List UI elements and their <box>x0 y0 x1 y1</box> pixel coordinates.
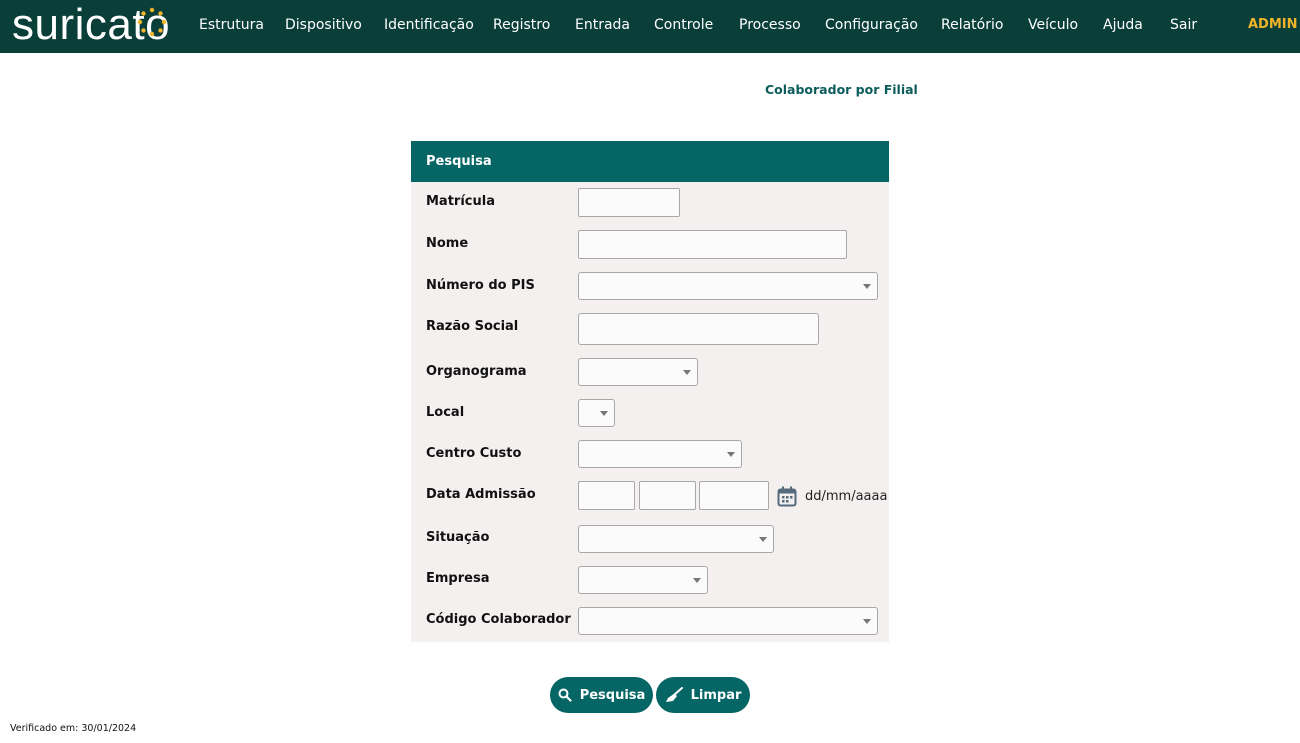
chevron-down-icon <box>863 284 871 289</box>
nome-input[interactable] <box>578 230 847 259</box>
situacao-label: Situação <box>426 530 490 545</box>
search-panel: Pesquisa Matrícula Nome Número do PIS Ra… <box>411 141 889 642</box>
razao-social-label: Razão Social <box>426 319 519 334</box>
pis-label: Número do PIS <box>426 278 535 293</box>
chevron-down-icon <box>727 452 735 457</box>
empresa-label: Empresa <box>426 571 490 586</box>
centro-custo-label: Centro Custo <box>426 446 522 461</box>
codigo-colaborador-label: Código Colaborador <box>426 612 571 627</box>
menu-estrutura[interactable]: Estrutura <box>199 17 264 33</box>
organograma-select[interactable] <box>578 358 698 386</box>
broom-icon <box>665 687 683 702</box>
panel-header: Pesquisa <box>411 141 889 182</box>
calendar-icon[interactable] <box>777 486 797 508</box>
data-admissao-day-input[interactable] <box>578 481 635 510</box>
clear-button[interactable]: Limpar <box>656 677 750 713</box>
centro-custo-select[interactable] <box>578 440 742 468</box>
matricula-label: Matrícula <box>426 194 495 209</box>
menu-relatorio[interactable]: Relatório <box>941 17 1003 33</box>
menu-ajuda[interactable]: Ajuda <box>1103 17 1143 33</box>
local-label: Local <box>426 405 465 420</box>
menu-sair[interactable]: Sair <box>1170 17 1197 33</box>
nome-label: Nome <box>426 236 469 251</box>
empresa-select[interactable] <box>578 566 708 594</box>
menu-controle[interactable]: Controle <box>654 17 713 33</box>
search-icon <box>558 688 572 702</box>
panel-header-title: Pesquisa <box>426 154 492 169</box>
situacao-select[interactable] <box>578 525 774 553</box>
verified-date-footer: Verificado em: 30/01/2024 <box>10 723 137 734</box>
pis-select[interactable] <box>578 272 878 300</box>
menu-configuracao[interactable]: Configuração <box>825 17 918 33</box>
data-admissao-year-input[interactable] <box>699 481 769 510</box>
page-title: Colaborador por Filial <box>765 82 918 97</box>
search-button[interactable]: Pesquisa <box>550 677 653 713</box>
menu-processo[interactable]: Processo <box>739 17 801 33</box>
menu-registro[interactable]: Registro <box>493 17 550 33</box>
data-admissao-month-input[interactable] <box>639 481 696 510</box>
menu-identificacao[interactable]: Identificação <box>384 17 474 33</box>
chevron-down-icon <box>693 578 701 583</box>
top-navigation-bar: suricato Estrutura Dispositivo Identific… <box>0 0 1300 53</box>
date-format-hint: dd/mm/aaaa <box>805 489 888 504</box>
chevron-down-icon <box>863 619 871 624</box>
chevron-down-icon <box>683 370 691 375</box>
chevron-down-icon <box>759 537 767 542</box>
local-select[interactable] <box>578 399 615 427</box>
search-button-label: Pesquisa <box>579 687 646 703</box>
matricula-input[interactable] <box>578 188 680 217</box>
data-admissao-label: Data Admissão <box>426 487 536 502</box>
sun-dots-icon <box>137 7 167 37</box>
razao-social-input[interactable] <box>578 313 819 345</box>
codigo-colaborador-select[interactable] <box>578 607 878 635</box>
menu-veiculo[interactable]: Veículo <box>1028 17 1078 33</box>
menu-entrada[interactable]: Entrada <box>575 17 630 33</box>
organograma-label: Organograma <box>426 364 527 379</box>
clear-button-label: Limpar <box>690 687 742 703</box>
menu-dispositivo[interactable]: Dispositivo <box>285 17 362 33</box>
chevron-down-icon <box>600 411 608 416</box>
user-name[interactable]: ADMIN <box>1248 17 1298 32</box>
